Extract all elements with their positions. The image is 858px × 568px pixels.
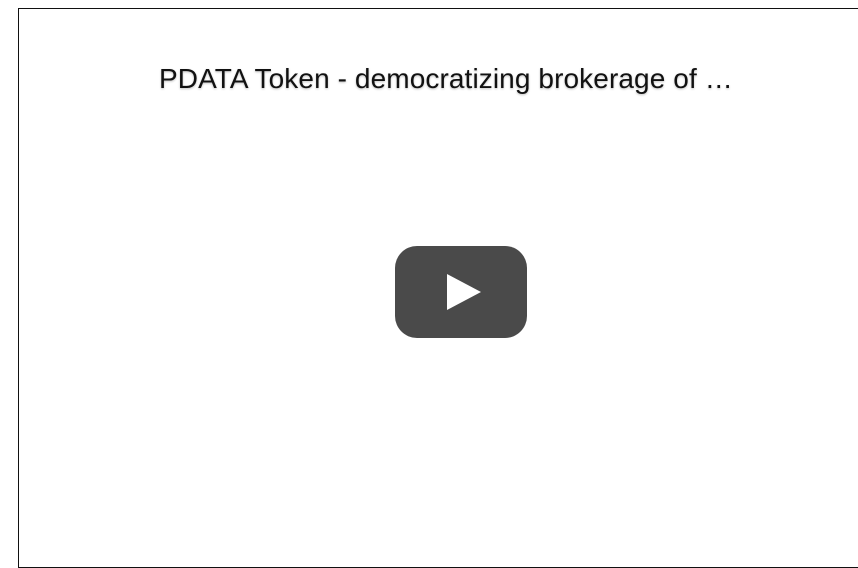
video-embed-frame[interactable]: PDATA Token - democratizing brokerage of… bbox=[18, 8, 858, 568]
play-icon bbox=[447, 274, 481, 310]
play-button[interactable] bbox=[395, 246, 527, 338]
video-title[interactable]: PDATA Token - democratizing brokerage of… bbox=[159, 63, 733, 95]
